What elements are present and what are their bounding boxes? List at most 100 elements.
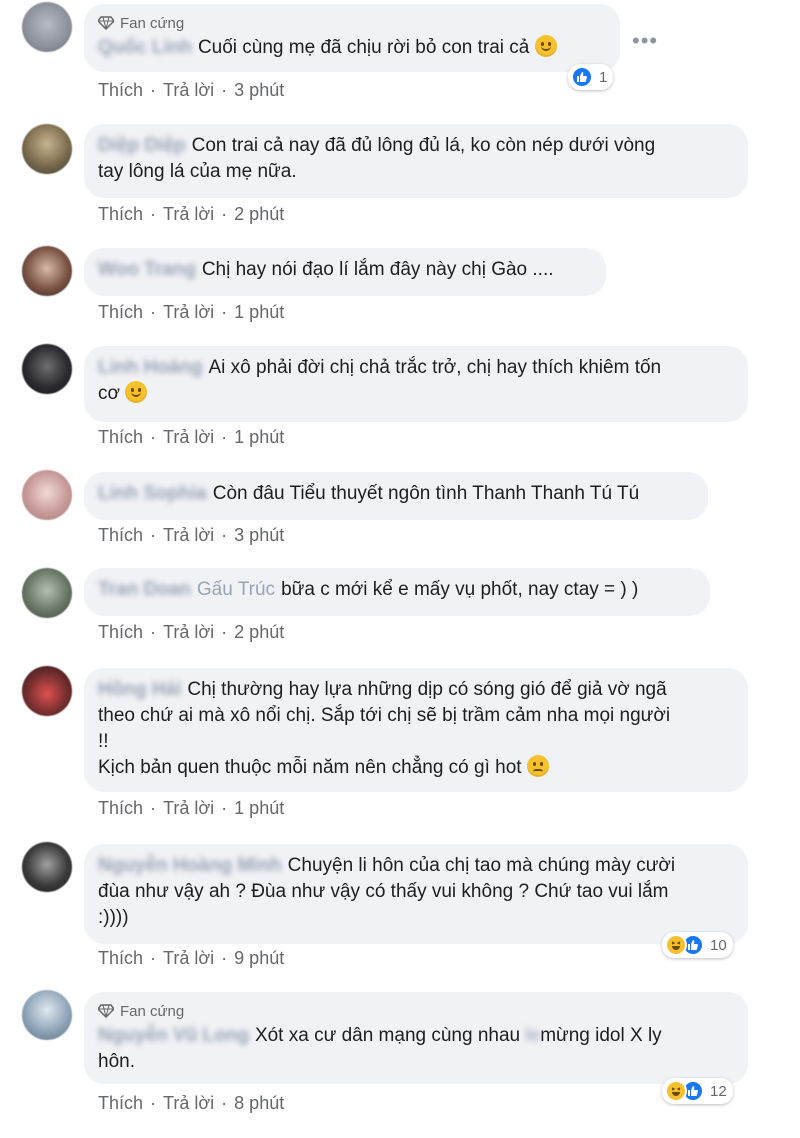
comment-line: Cuối cùng mẹ đã chịu rời bỏ con trai cả [197, 37, 530, 58]
diamond-icon [98, 1004, 114, 1018]
comment-line: Chị hay nói đạo lí lắm đây này chị Gào .… [201, 259, 554, 280]
comment-bubble: Nguyễn Hoàng Minh Chuyện li hôn của chị t… [84, 844, 748, 944]
comment-text: Nguyễn Hoàng Minh Chuyện li hôn của chị t… [98, 853, 732, 931]
comment-bubble: Diệp Diệp Con trai cả nay đã đủ lông đủ l… [84, 124, 748, 198]
avatar[interactable] [22, 246, 72, 296]
comment-author[interactable]: Hồng Hải [98, 677, 181, 703]
comment-text: Linh Hoàng Ai xô phải đời chị chả trắc tr… [98, 355, 732, 407]
comment-author[interactable]: Linh Hoàng [98, 355, 202, 381]
reply-link[interactable]: Trả lời [163, 948, 214, 969]
timestamp[interactable]: 2 phút [234, 204, 284, 225]
comment-text: Quốc Linh Cuối cùng mẹ đã chịu rời bỏ con… [98, 35, 604, 61]
avatar[interactable] [22, 666, 72, 716]
like-link[interactable]: Thích [98, 798, 143, 819]
comment-line: Chị thường hay lựa những dịp có sóng gió… [187, 679, 667, 700]
haha-reaction-icon [665, 934, 687, 956]
fan-badge-label: Fan cứng [120, 1002, 185, 1020]
avatar[interactable] [22, 842, 72, 892]
comment-actions: Thích · Trả lời · 1 phút [98, 302, 285, 323]
reply-link[interactable]: Trả lời [163, 798, 214, 819]
comment-line: tay lông lá của mẹ nữa. [98, 161, 297, 182]
timestamp[interactable]: 1 phút [234, 798, 284, 819]
comment-bubble: Linh Hoàng Ai xô phải đời chị chả trắc tr… [84, 346, 748, 422]
haha-reaction-icon [665, 1080, 687, 1102]
comment-author-visible[interactable]: Gấu Trúc [197, 577, 275, 603]
comment-author[interactable]: Tran Doan [98, 577, 191, 603]
avatar[interactable] [22, 990, 72, 1040]
comment-line: mừng idol X ly [540, 1025, 662, 1046]
reaction-summary[interactable]: 12 [662, 1078, 733, 1104]
timestamp[interactable]: 2 phút [234, 622, 284, 643]
comment-text: Tran Doan Gấu Trúc bữa c mới kể e mấy vụ p… [98, 577, 694, 603]
avatar[interactable] [22, 470, 72, 520]
timestamp[interactable]: 1 phút [234, 302, 284, 323]
reply-link[interactable]: Trả lời [163, 525, 214, 546]
comment-text: Hồng Hải Chị thường hay lựa những dịp có … [98, 677, 732, 781]
comment-text: Diệp Diệp Con trai cả nay đã đủ lông đủ l… [98, 133, 732, 185]
timestamp[interactable]: 9 phút [234, 948, 284, 969]
like-link[interactable]: Thích [98, 1093, 143, 1114]
like-link[interactable]: Thích [98, 302, 143, 323]
comment-author[interactable]: Diệp Diệp [98, 133, 186, 159]
comment-actions: Thích · Trả lời · 3 phút [98, 525, 285, 546]
like-link[interactable]: Thích [98, 525, 143, 546]
comment-author[interactable]: Quốc Linh [98, 35, 192, 61]
comment-actions: Thích · Trả lời · 9 phút [98, 948, 285, 969]
reaction-count: 10 [710, 936, 727, 954]
comment-actions: Thích · Trả lời · 1 phút [98, 798, 285, 819]
like-link[interactable]: Thích [98, 204, 143, 225]
avatar[interactable] [22, 2, 72, 52]
comment-line: Chuyện li hôn của chị tao mà chúng mày c… [287, 855, 676, 876]
comment-bubble: Hồng Hải Chị thường hay lựa những dịp có … [84, 668, 748, 792]
fan-badge: Fan cứng [98, 13, 604, 33]
reaction-count: 1 [599, 68, 608, 86]
like-link[interactable]: Thích [98, 427, 143, 448]
fan-badge: Fan cứng [98, 1001, 732, 1021]
reply-link[interactable]: Trả lời [163, 1093, 214, 1114]
like-link[interactable]: Thích [98, 622, 143, 643]
reaction-summary[interactable]: 10 [662, 932, 733, 958]
pensive-emoji-icon [526, 755, 549, 777]
reply-link[interactable]: Trả lời [163, 302, 214, 323]
reply-link[interactable]: Trả lời [163, 80, 214, 101]
comment-bubble: Tran Doan Gấu Trúc bữa c mới kể e mấy vụ p… [84, 568, 710, 616]
like-link[interactable]: Thích [98, 80, 143, 101]
avatar[interactable] [22, 568, 72, 618]
comment-author[interactable]: Linh Sophia [98, 481, 207, 507]
timestamp[interactable]: 3 phút [234, 80, 284, 101]
like-link[interactable]: Thích [98, 948, 143, 969]
reaction-count: 12 [710, 1082, 727, 1100]
timestamp[interactable]: 3 phút [234, 525, 284, 546]
comment-text: Linh Sophia Còn đâu Tiểu thuyết ngôn tình… [98, 481, 692, 507]
timestamp[interactable]: 8 phút [234, 1093, 284, 1114]
timestamp[interactable]: 1 phút [234, 427, 284, 448]
comment-author[interactable]: Nguyễn Hoàng Minh [98, 853, 282, 879]
fan-badge-label: Fan cứng [120, 14, 185, 32]
comment-line: theo chứ ai mà xô nổi chị. Sắp tới chị s… [98, 705, 671, 726]
comment-text: Woo Trang Chị hay nói đạo lí lắm đây này … [98, 257, 590, 283]
comment-line: Ai xô phải đời chị chả trắc trở, chị hay… [208, 357, 662, 378]
more-dots-icon[interactable]: ••• [632, 28, 658, 54]
comment-actions: Thích · Trả lời · 2 phút [98, 204, 285, 225]
smile-emoji-icon [534, 35, 557, 57]
comment-bubble: Fan cứng Quốc Linh Cuối cùng mẹ đã chịu r… [84, 4, 620, 72]
reply-link[interactable]: Trả lời [163, 204, 214, 225]
comment-line: bữa c mới kể e mấy vụ phốt, nay ctay = )… [281, 579, 639, 600]
comment-line: Xót xa cư dân mạng cùng nhau [254, 1025, 526, 1046]
reply-link[interactable]: Trả lời [163, 427, 214, 448]
comment-line: !! [98, 731, 109, 752]
comment-actions: Thích · Trả lời · 1 phút [98, 427, 285, 448]
comment-bubble: Linh Sophia Còn đâu Tiểu thuyết ngôn tình… [84, 472, 708, 520]
comment-actions: Thích · Trả lời · 2 phút [98, 622, 285, 643]
avatar[interactable] [22, 344, 72, 394]
comment-author[interactable]: Woo Trang [98, 257, 196, 283]
reaction-summary[interactable]: 1 [568, 64, 614, 90]
comment-bubble: Fan cứng Nguyễn Vũ Long Xót xa cư dân mạn… [84, 992, 748, 1084]
comment-line: Con trai cả nay đã đủ lông đủ lá, ko còn… [191, 135, 656, 156]
comment-line: hôn. [98, 1051, 135, 1072]
avatar[interactable] [22, 124, 72, 174]
reply-link[interactable]: Trả lời [163, 622, 214, 643]
comment-text: Nguyễn Vũ Long Xót xa cư dân mạng cùng nh… [98, 1023, 732, 1075]
comment-author[interactable]: Nguyễn Vũ Long [98, 1023, 249, 1049]
comment-line: đùa như vậy ah ? Đùa như vậy có thấy vui… [98, 881, 669, 902]
